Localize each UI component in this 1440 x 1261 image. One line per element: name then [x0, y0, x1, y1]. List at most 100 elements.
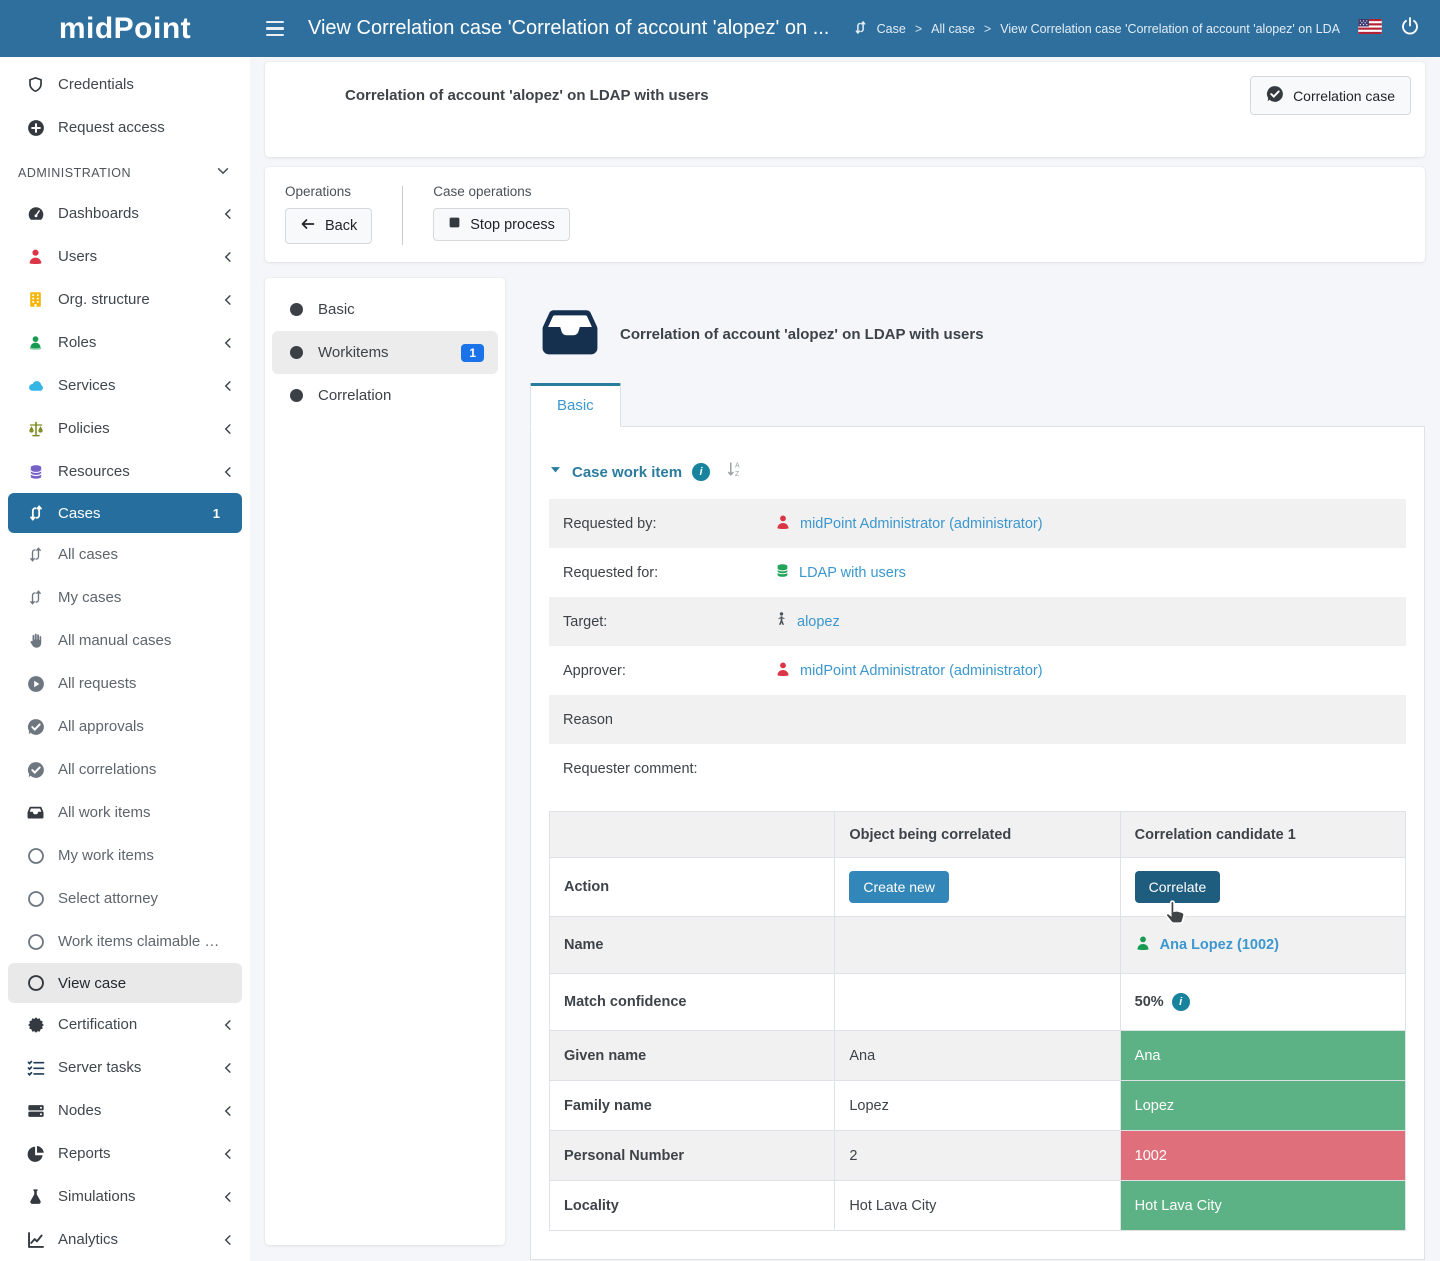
sidebar-item-all-requests[interactable]: All requests — [0, 662, 250, 705]
arrow-left-icon — [300, 216, 316, 236]
case-operations-group: Case operations Stop process — [433, 184, 570, 245]
check-circle-icon — [26, 717, 45, 736]
user-icon — [26, 247, 45, 266]
cases-icon — [26, 588, 45, 607]
sidebar-item-org-structure[interactable]: Org. structure — [0, 278, 250, 321]
table-row-locality: Locality Hot Lava City Hot Lava City — [550, 1181, 1406, 1231]
create-new-button[interactable]: Create new — [849, 871, 949, 903]
correlate-button[interactable]: Correlate — [1135, 871, 1221, 903]
candidate-value-cell: 1002 — [1121, 1131, 1405, 1180]
requested-by-link[interactable]: midPoint Administrator (administrator) — [800, 516, 1043, 532]
sidebar-item-all-work-items[interactable]: All work items — [0, 791, 250, 834]
hamburger-menu-icon[interactable] — [266, 19, 292, 39]
sidebar-item-my-work-items[interactable]: My work items — [0, 834, 250, 877]
candidate-name-link[interactable]: Ana Lopez (1002) — [1160, 937, 1279, 953]
breadcrumb-all-case[interactable]: All case — [931, 22, 975, 36]
sidebar-item-work-items-claimable[interactable]: Work items claimable … — [0, 920, 250, 963]
case-nav-correlation[interactable]: Correlation — [265, 374, 505, 417]
stop-process-button[interactable]: Stop process — [433, 208, 570, 241]
sidebar-item-all-cases[interactable]: All cases — [0, 533, 250, 576]
sidebar-section-administration[interactable]: ADMINISTRATION — [0, 149, 250, 192]
cases-icon — [26, 545, 45, 564]
case-nav-basic[interactable]: Basic — [265, 288, 505, 331]
rosette-icon — [26, 1015, 45, 1034]
sidebar-item-cases[interactable]: Cases 1 — [8, 493, 242, 533]
target-link[interactable]: alopez — [797, 614, 840, 630]
sidebar-item-certification[interactable]: Certification — [0, 1003, 250, 1046]
flask-icon — [26, 1187, 45, 1206]
sidebar-item-request-access[interactable]: Request access — [0, 106, 250, 149]
cloud-icon — [26, 376, 45, 395]
sidebar-item-simulations[interactable]: Simulations — [0, 1175, 250, 1218]
chevron-left-icon — [222, 1191, 234, 1203]
sidebar-item-all-manual-cases[interactable]: All manual cases — [0, 619, 250, 662]
sidebar-item-label: My work items — [58, 847, 154, 864]
section-title: Case work item — [572, 464, 682, 481]
sidebar-item-all-correlations[interactable]: All correlations — [0, 748, 250, 791]
row-label: Match confidence — [550, 974, 835, 1031]
sidebar-item-label: Policies — [58, 420, 110, 437]
chevron-left-icon — [222, 380, 234, 392]
requested-for-link[interactable]: LDAP with users — [799, 565, 906, 581]
row-label: Family name — [550, 1081, 835, 1131]
approver-link[interactable]: midPoint Administrator (administrator) — [800, 663, 1043, 679]
tab-basic[interactable]: Basic — [530, 383, 621, 427]
breadcrumb-case[interactable]: Case — [877, 22, 906, 36]
sidebar-item-label: Roles — [58, 334, 96, 351]
info-icon[interactable]: i — [1172, 993, 1190, 1011]
case-icon — [853, 20, 868, 38]
row-label: Given name — [550, 1031, 835, 1081]
breadcrumb-current: View Correlation case 'Correlation of ac… — [1000, 22, 1340, 36]
hand-icon — [26, 631, 45, 650]
pie-chart-icon — [26, 1144, 45, 1163]
sidebar-item-resources[interactable]: Resources — [0, 450, 250, 493]
correlation-case-badge[interactable]: Correlation case — [1250, 76, 1411, 115]
locale-flag-us[interactable] — [1358, 19, 1382, 39]
sidebar-item-nodes[interactable]: Nodes — [0, 1089, 250, 1132]
sidebar-item-select-attorney[interactable]: Select attorney — [0, 877, 250, 920]
building-icon — [26, 290, 45, 309]
sidebar-item-services[interactable]: Services — [0, 364, 250, 407]
sidebar-item-analytics[interactable]: Analytics — [0, 1218, 250, 1261]
circle-outline-icon — [26, 846, 45, 865]
sidebar-item-credentials[interactable]: Credentials — [0, 63, 250, 106]
sidebar-item-view-case[interactable]: View case — [8, 963, 242, 1003]
shield-icon — [26, 75, 45, 94]
sidebar-item-my-cases[interactable]: My cases — [0, 576, 250, 619]
sidebar-item-server-tasks[interactable]: Server tasks — [0, 1046, 250, 1089]
case-nav-panel: Basic Workitems 1 Correlation — [265, 278, 505, 1245]
sidebar-item-label: Nodes — [58, 1102, 101, 1119]
sidebar-item-label: Simulations — [58, 1188, 136, 1205]
candidate-column-header: Correlation candidate 1 — [1120, 812, 1405, 858]
chevron-left-icon — [222, 423, 234, 435]
caret-down-icon[interactable] — [549, 463, 562, 481]
section-label: ADMINISTRATION — [18, 166, 131, 180]
dot-icon — [290, 389, 303, 402]
page-title: View Correlation case 'Correlation of ac… — [308, 17, 829, 40]
nav-label: Basic — [318, 301, 355, 318]
back-button[interactable]: Back — [285, 208, 372, 244]
cases-count-badge: 1 — [213, 506, 226, 521]
sidebar-item-dashboards[interactable]: Dashboards — [0, 192, 250, 235]
case-nav-workitems[interactable]: Workitems 1 — [272, 331, 498, 374]
table-row-family-name: Family name Lopez Lopez — [550, 1081, 1406, 1131]
sidebar-item-roles[interactable]: Roles — [0, 321, 250, 364]
info-icon[interactable]: i — [692, 463, 710, 481]
stop-square-icon — [448, 216, 461, 233]
logout-power-icon[interactable] — [1400, 16, 1420, 41]
details-tabs: Basic — [530, 383, 1425, 427]
chevron-left-icon — [222, 294, 234, 306]
sidebar-item-users[interactable]: Users — [0, 235, 250, 278]
chevron-left-icon — [222, 1105, 234, 1117]
sidebar-item-label: Server tasks — [58, 1059, 141, 1076]
sidebar-item-policies[interactable]: Policies — [0, 407, 250, 450]
sidebar-item-all-approvals[interactable]: All approvals — [0, 705, 250, 748]
sort-alpha-down-icon[interactable]: AZ — [726, 461, 743, 483]
sidebar-item-label: All manual cases — [58, 632, 171, 649]
logo-box[interactable]: midPoint — [0, 0, 250, 57]
sidebar-item-label: Analytics — [58, 1231, 118, 1248]
plus-circle-icon — [26, 118, 45, 137]
object-value: 2 — [835, 1131, 1120, 1181]
sidebar-item-reports[interactable]: Reports — [0, 1132, 250, 1175]
chevron-left-icon — [222, 1019, 234, 1031]
